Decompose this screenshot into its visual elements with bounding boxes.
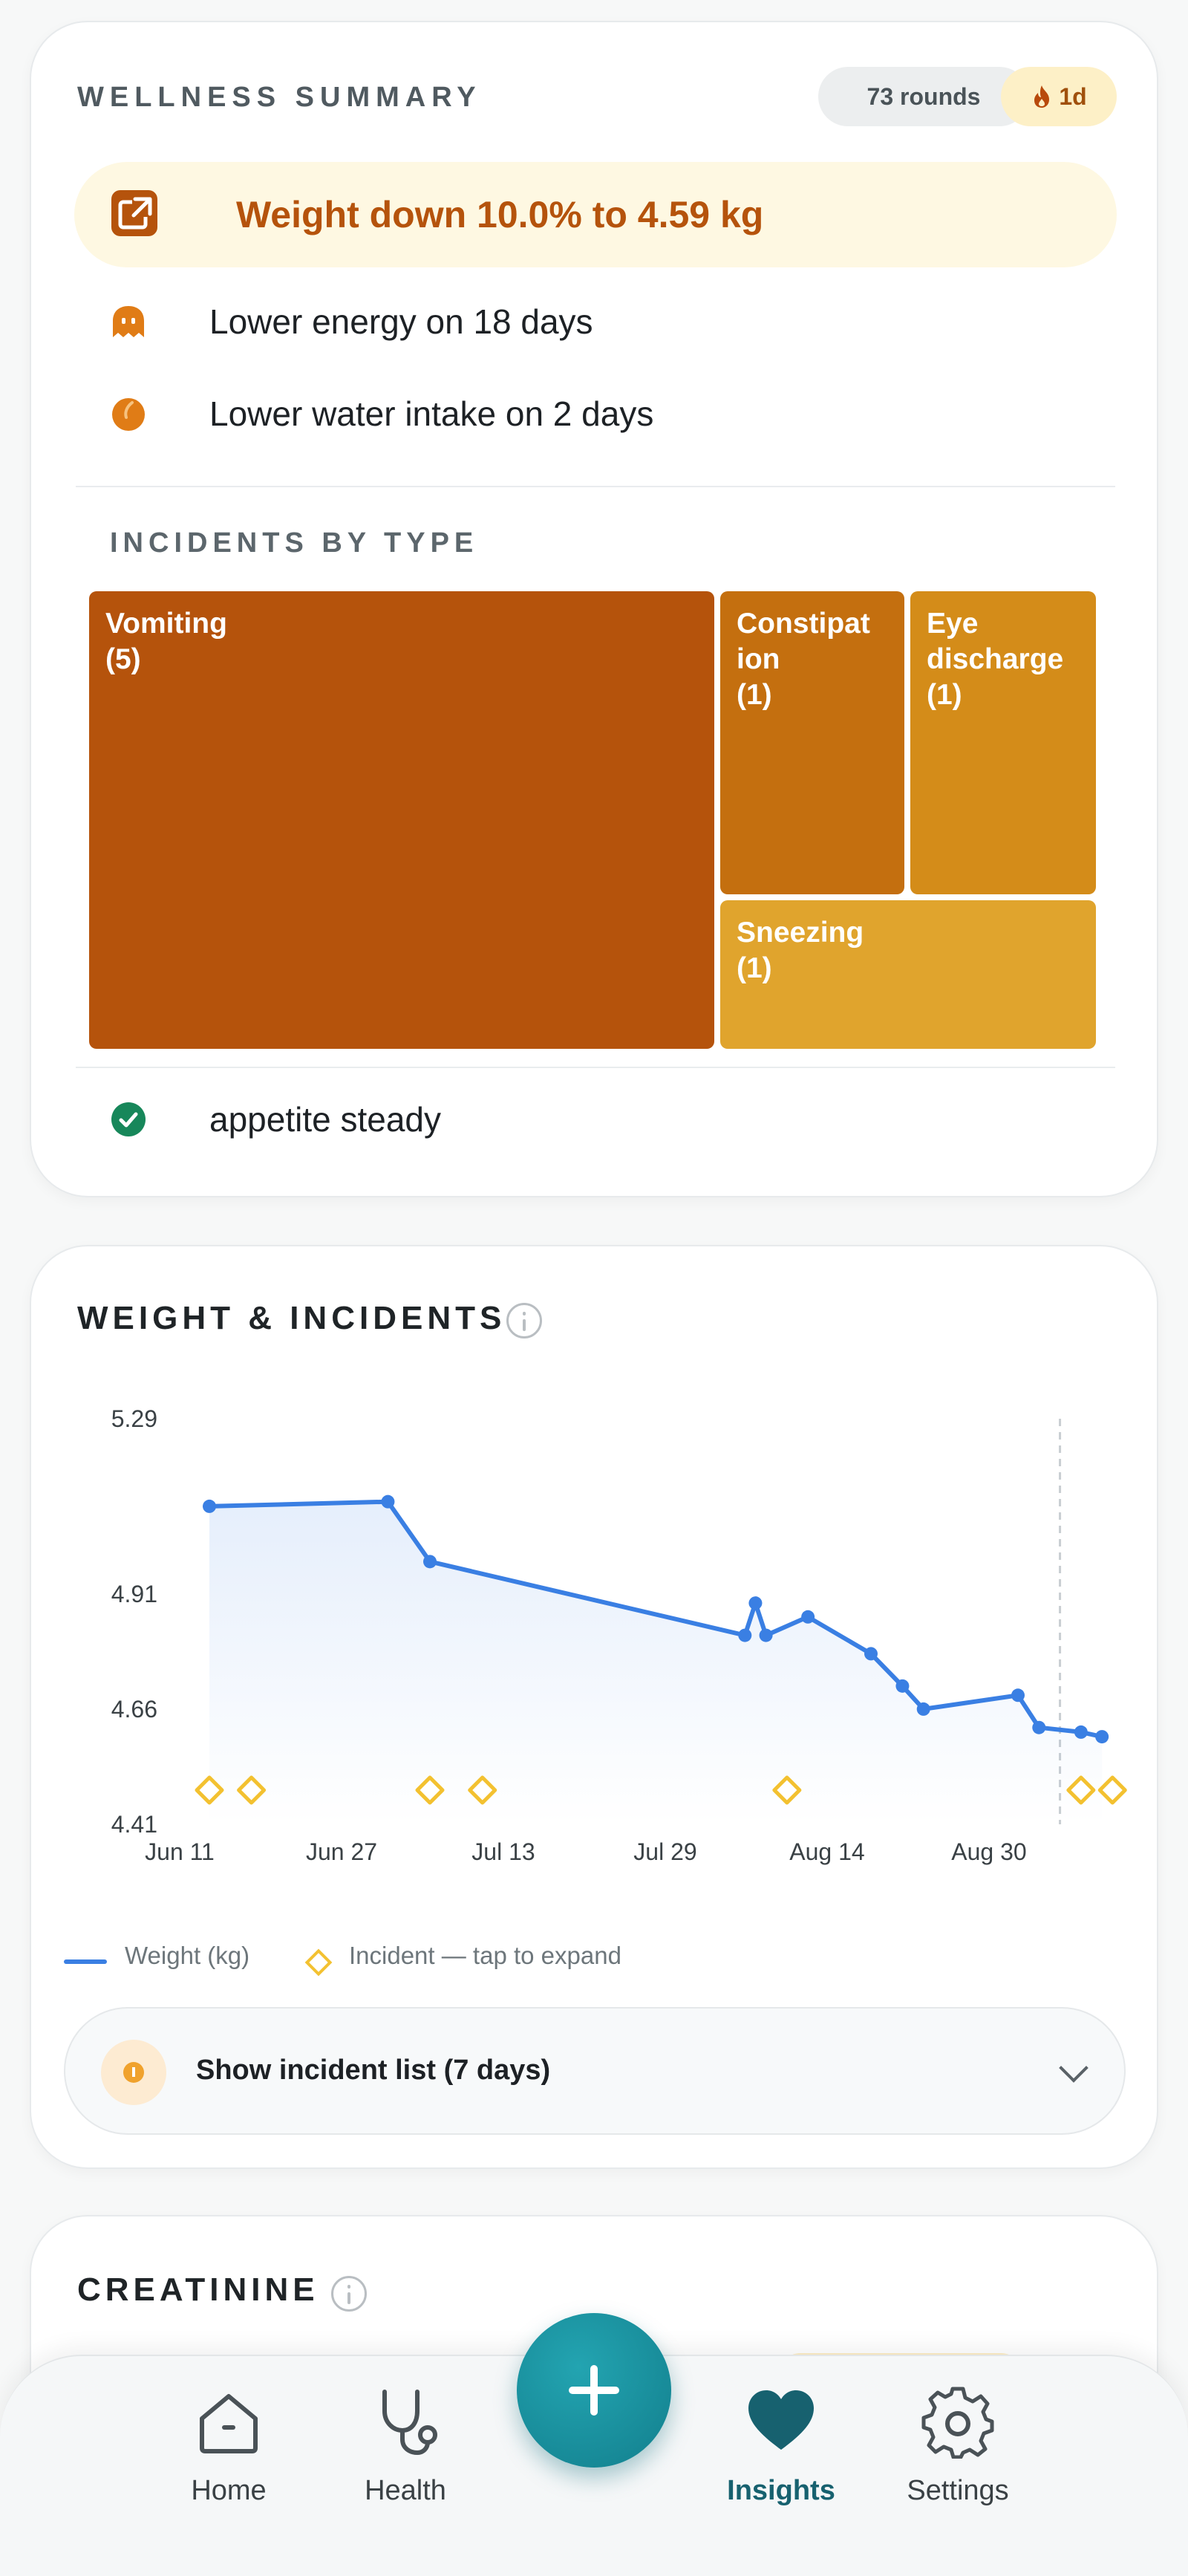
y-tick-label: 4.91 <box>111 1581 157 1607</box>
nav-home[interactable]: Home <box>147 2384 310 2548</box>
x-tick-label: Jun 27 <box>306 1838 377 1865</box>
weight-change-highlight: Weight down 10.0% to 4.59 kg <box>74 162 1117 267</box>
weight-point <box>1032 1720 1046 1734</box>
weight-change-text: Weight down 10.0% to 4.59 kg <box>236 194 764 235</box>
divider <box>76 486 1115 487</box>
treemap-cell-vomiting[interactable]: Vomiting (5) <box>89 591 714 1049</box>
wellness-summary-title: WELLNESS SUMMARY <box>77 82 482 113</box>
weight-point <box>1011 1688 1025 1702</box>
rounds-badge: 73 rounds <box>818 67 1029 126</box>
x-tick-label: Jun 11 <box>145 1838 215 1865</box>
y-tick-label: 4.66 <box>111 1696 157 1723</box>
weight-point <box>895 1679 910 1693</box>
treemap-label: Sneezing <box>737 917 864 949</box>
chevron-down-icon <box>1059 2053 1089 2083</box>
treemap-cell-eye-discharge[interactable]: Eye discharge (1) <box>910 591 1096 894</box>
x-tick-label: Jul 13 <box>471 1838 535 1865</box>
weight-point <box>738 1628 752 1642</box>
weight-incidents-card: WEIGHT & INCIDENTS 5.29 4.91 4.66 4.41 Jun 1… <box>30 1245 1158 2169</box>
gear-icon <box>921 2387 994 2459</box>
weight-point <box>381 1494 395 1509</box>
divider <box>76 1067 1115 1068</box>
ghost-icon <box>110 303 147 340</box>
weight-point <box>1074 1725 1088 1739</box>
status-appetite: appetite steady <box>110 1100 441 1139</box>
legend-weight-swatch <box>64 1959 107 1964</box>
streak-badge-label: 1d <box>1059 82 1087 110</box>
weight-point <box>423 1555 437 1569</box>
weight-point <box>864 1647 878 1661</box>
status-text: appetite steady <box>209 1100 442 1139</box>
incident-marker[interactable] <box>1097 1775 1127 1805</box>
note-text: Lower water intake on 2 days <box>209 394 654 433</box>
heart-icon <box>748 2390 814 2450</box>
creatinine-title: CREATININE <box>77 2271 319 2308</box>
x-tick-label: Jul 29 <box>633 1838 696 1865</box>
treemap-label: Vomiting <box>105 608 227 640</box>
y-tick-label: 5.29 <box>111 1405 157 1432</box>
y-tick-label: 4.41 <box>111 1811 157 1838</box>
check-circle-icon <box>110 1101 147 1138</box>
external-link-icon <box>111 190 157 236</box>
legend-incident-swatch <box>304 1948 333 1977</box>
nav-health[interactable]: Health <box>324 2384 487 2548</box>
weight-point <box>203 1499 216 1513</box>
water-drop-icon <box>110 395 147 432</box>
incident-list-toggle-label: Show incident list (7 days) <box>196 2055 551 2086</box>
treemap-cell-sneezing[interactable]: Sneezing (1) <box>720 900 1096 1049</box>
nav-settings[interactable]: Settings <box>876 2384 1040 2548</box>
weight-point <box>1095 1730 1109 1744</box>
nav-health-label: Health <box>365 2475 446 2506</box>
treemap-count: (1) <box>927 679 962 711</box>
treemap-count: (1) <box>737 952 772 984</box>
weight-point <box>748 1596 763 1610</box>
wellness-summary-card: WELLNESS SUMMARY 73 rounds 1d Weight dow… <box>30 21 1158 1197</box>
nav-insights[interactable]: Insights <box>699 2384 863 2548</box>
treemap-label: Constipat ion <box>737 608 870 675</box>
info-badge-icon <box>101 2040 166 2105</box>
treemap-count: (5) <box>105 643 141 675</box>
weight-point <box>916 1702 930 1716</box>
flame-icon <box>1034 85 1050 108</box>
nav-settings-label: Settings <box>907 2475 1009 2506</box>
note-lower-water: Lower water intake on 2 days <box>110 394 653 433</box>
treemap-label: Eye discharge <box>927 608 1064 675</box>
streak-badge: 1d <box>1001 67 1117 126</box>
note-text: Lower energy on 18 days <box>209 302 593 341</box>
treemap-count: (1) <box>737 679 772 711</box>
x-tick-label: Aug 14 <box>789 1838 864 1865</box>
weight-point <box>801 1610 815 1624</box>
weight-area <box>209 1501 1103 1824</box>
legend-weight-label: Weight (kg) <box>125 1942 250 1969</box>
treemap-cell-constipation[interactable]: Constipat ion (1) <box>720 591 904 894</box>
nav-insights-label: Insights <box>727 2475 835 2506</box>
note-lower-energy: Lower energy on 18 days <box>110 302 593 341</box>
info-icon[interactable] <box>331 2276 367 2312</box>
weight-point <box>759 1628 773 1642</box>
weight-chart: 5.29 4.91 4.66 4.41Jun 11 Jun 27 Jul 13 Jul 29… <box>111 1405 1127 1865</box>
x-tick-label: Aug 30 <box>951 1838 1026 1865</box>
add-button[interactable] <box>517 2313 671 2468</box>
legend-incident-label: Incident — tap to expand <box>349 1942 621 1969</box>
incidents-by-type-title: INCIDENTS BY TYPE <box>110 527 479 559</box>
nav-home-label: Home <box>191 2475 267 2506</box>
stethoscope-icon <box>382 2390 437 2456</box>
incident-list-toggle[interactable]: Show incident list (7 days) <box>64 2007 1126 2135</box>
home-icon <box>200 2394 258 2453</box>
